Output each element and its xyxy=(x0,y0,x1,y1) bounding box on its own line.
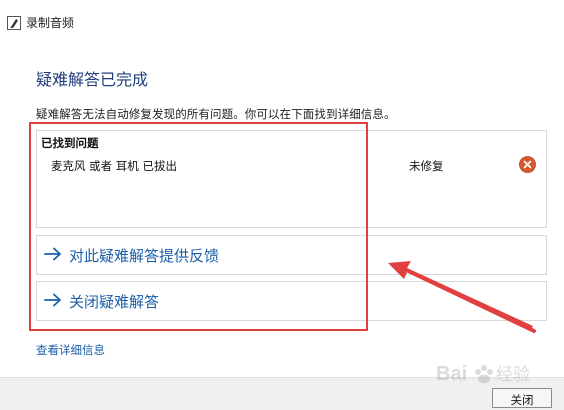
arrow-right-icon xyxy=(43,245,63,263)
view-details-link[interactable]: 查看详细信息 xyxy=(36,342,105,358)
error-icon xyxy=(519,156,536,173)
problem-status: 未修复 xyxy=(409,159,444,173)
arrow-right-icon xyxy=(43,291,63,309)
footer-bar: 关闭 xyxy=(0,377,564,410)
feedback-link-label: 对此疑难解答提供反馈 xyxy=(69,247,220,265)
problems-found-header: 已找到问题 xyxy=(41,136,99,150)
problem-name: 麦克风 或者 耳机 已拔出 xyxy=(51,159,177,173)
troubleshooter-window: 录制音频 疑难解答已完成 疑难解答无法自动修复发现的所有问题。你可以在下面找到详… xyxy=(0,0,564,410)
window-title: 录制音频 xyxy=(26,16,75,30)
feedback-link[interactable]: 对此疑难解答提供反馈 xyxy=(36,235,547,275)
problems-found-panel: 已找到问题 麦克风 或者 耳机 已拔出 未修复 xyxy=(36,130,547,228)
close-troubleshooter-link-label: 关闭疑难解答 xyxy=(69,293,160,311)
microphone-app-icon xyxy=(7,15,21,30)
close-troubleshooter-link[interactable]: 关闭疑难解答 xyxy=(36,281,547,321)
result-description: 疑难解答无法自动修复发现的所有问题。你可以在下面找到详细信息。 xyxy=(36,107,396,121)
close-button[interactable]: 关闭 xyxy=(492,388,552,408)
title-bar: 录制音频 xyxy=(0,0,564,34)
page-title: 疑难解答已完成 xyxy=(36,70,149,89)
